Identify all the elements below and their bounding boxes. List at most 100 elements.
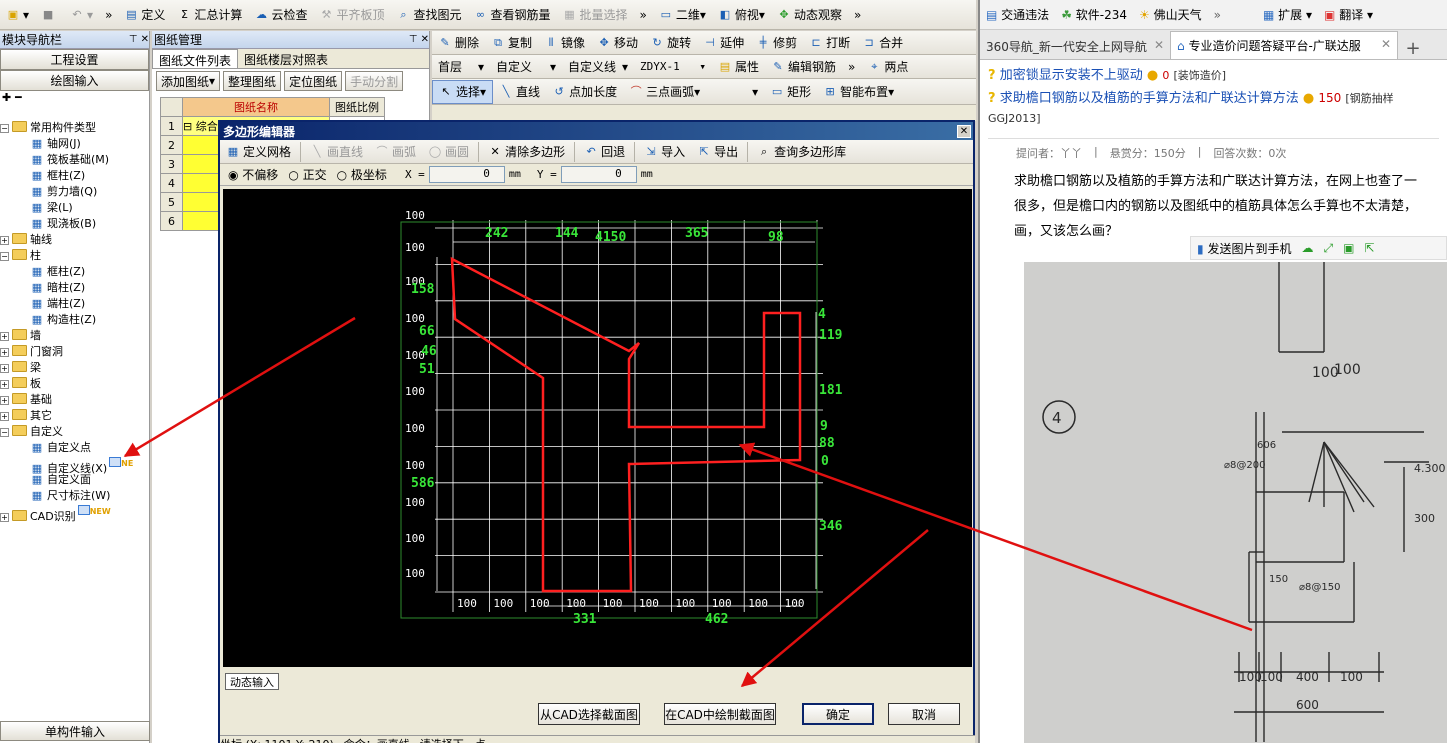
organize-drawing-button[interactable]: 整理图纸 bbox=[223, 71, 282, 91]
tree-item[interactable]: ▦ 自定义点 bbox=[30, 440, 91, 456]
2d-dropdown[interactable]: ▭ 二维 ▾ bbox=[653, 3, 712, 27]
import-button[interactable]: ⇲ 导入 bbox=[638, 140, 691, 163]
draw-circle-button[interactable]: ◯ 画圆 bbox=[422, 140, 475, 163]
cad-canvas[interactable]: 100 100 100 100 100 100 100 100 100 100 100 100 100 1… bbox=[223, 189, 972, 667]
mirror-button[interactable]: ⫴ 镜像 bbox=[538, 31, 591, 54]
find-element-button[interactable]: ⌕ 查找图元 bbox=[390, 3, 467, 27]
draw-in-cad-button[interactable]: 在CAD中绘制截面图 bbox=[664, 703, 776, 725]
mode-no-offset-radio[interactable]: ◉ 不偏移 bbox=[228, 166, 278, 183]
tree-item[interactable]: ▦ 现浇板(B) bbox=[30, 216, 96, 232]
tree-item[interactable]: ▦ 自定义面 bbox=[30, 472, 91, 488]
tree-item[interactable]: + 其它 bbox=[0, 408, 52, 424]
fullscreen-icon[interactable]: ⤢ bbox=[1323, 241, 1333, 256]
tree-item[interactable]: + CAD识别 NEW bbox=[0, 504, 111, 523]
select-button[interactable]: ↖ 选择 ▾ bbox=[432, 79, 494, 104]
select-from-cad-button[interactable]: 从CAD选择截面图 bbox=[538, 703, 640, 725]
fav-software[interactable]: ☘ 软件-234 bbox=[1055, 6, 1133, 23]
close-icon[interactable]: ✕ bbox=[957, 124, 971, 138]
tree-item[interactable]: ▦ 构造柱(Z) bbox=[30, 312, 96, 328]
rotate-button[interactable]: ↻ 旋转 bbox=[644, 31, 697, 54]
subcategory-select[interactable]: 自定义线 ▾ bbox=[562, 55, 634, 78]
more-icon-2[interactable]: » bbox=[634, 3, 653, 27]
category-select[interactable]: 自定义 ▾ bbox=[490, 55, 562, 78]
locate-drawing-button[interactable]: 定位图纸 bbox=[284, 71, 343, 91]
undo-icon[interactable]: ↶ ▾ bbox=[64, 3, 99, 27]
delete-button[interactable]: ✎ 删除 bbox=[432, 31, 485, 54]
rectangle-button[interactable]: ▭ 矩形 bbox=[764, 80, 817, 104]
break-button[interactable]: ⊏ 打断 bbox=[803, 31, 856, 54]
dynamic-input-tab[interactable]: 动态输入 bbox=[225, 673, 279, 690]
single-component-input-button[interactable]: 单构件输入 bbox=[0, 721, 150, 741]
clear-polygon-button[interactable]: ✕ 清除多边形 bbox=[482, 140, 571, 163]
col-drawing-name[interactable]: 图纸名称 bbox=[182, 97, 330, 117]
ok-button[interactable]: 确定 bbox=[802, 703, 874, 725]
tree-item[interactable]: − 常用构件类型 bbox=[0, 120, 96, 136]
question-2[interactable]: ? 求助檐口钢筋以及植筋的手算方法和广联达计算方法 ● 150 [钢筋抽样GGJ… bbox=[980, 84, 1447, 132]
save-image-icon[interactable]: ▣ bbox=[1343, 241, 1354, 255]
more-icon-4[interactable]: » bbox=[842, 55, 861, 78]
arc-mode-select[interactable]: ▾ bbox=[706, 80, 764, 104]
tree-item[interactable]: ▦ 自定义线(X) NE bbox=[30, 456, 133, 475]
share-icon[interactable]: ⇱ bbox=[1364, 241, 1374, 255]
tree-item[interactable]: + 梁 bbox=[0, 360, 41, 376]
extensions-button[interactable]: ▦ 扩展 ▾ bbox=[1257, 6, 1318, 23]
tree-item[interactable]: + 板 bbox=[0, 376, 41, 392]
move-button[interactable]: ✥ 移动 bbox=[591, 31, 644, 54]
open-icon[interactable]: ▣ ▾ bbox=[0, 3, 35, 27]
tree-item[interactable]: ▦ 筏板基础(M) bbox=[30, 152, 109, 168]
two-point-button[interactable]: ⌖ 两点 bbox=[861, 55, 914, 78]
tree-item[interactable]: ▦ 暗柱(Z) bbox=[30, 280, 85, 296]
smart-layout-button[interactable]: ⊞ 智能布置 ▾ bbox=[817, 80, 900, 104]
y-input[interactable]: 0 bbox=[560, 166, 637, 183]
orbit-button[interactable]: ✥ 动态观察 bbox=[771, 3, 848, 27]
properties-button[interactable]: ▤ 属性 bbox=[712, 55, 765, 78]
edit-rebar-button[interactable]: ✎ 编辑钢筋 bbox=[765, 55, 842, 78]
summary-button[interactable]: Σ 汇总计算 bbox=[171, 3, 248, 27]
more-icon[interactable]: » bbox=[99, 3, 118, 27]
question-photo[interactable]: 4606⌀8@200⌀8@1504.300300150100100 400 1006… bbox=[1024, 262, 1447, 743]
x-input[interactable]: 0 bbox=[428, 166, 505, 183]
three-point-arc-button[interactable]: ⌒ 三点画弧 ▾ bbox=[623, 80, 706, 104]
tree-item[interactable]: + 门窗洞 bbox=[0, 344, 63, 360]
tab-drawing-list[interactable]: 图纸文件列表 bbox=[152, 49, 239, 68]
tree-item[interactable]: − 柱 bbox=[0, 248, 41, 264]
align-top-button[interactable]: ⚒ 平齐板顶 bbox=[313, 3, 390, 27]
tree-item[interactable]: − 自定义 bbox=[0, 424, 63, 440]
question-1[interactable]: ? 加密锁显示安装不上驱动 ● 0 [装饰造价] bbox=[980, 60, 1447, 84]
draw-input-button[interactable]: 绘图输入 bbox=[0, 70, 149, 91]
col-scale[interactable]: 图纸比例 bbox=[329, 97, 385, 117]
tab-glodon[interactable]: ⌂ 专业造价问题答疑平台-广联达服 ✕ bbox=[1170, 31, 1398, 59]
copy-button[interactable]: ⧉ 复制 bbox=[485, 31, 538, 54]
point-length-button[interactable]: ↺ 点加长度 bbox=[546, 80, 623, 104]
tree-item[interactable]: + 墙 bbox=[0, 328, 41, 344]
tree-item[interactable]: + 基础 bbox=[0, 392, 52, 408]
mode-polar-radio[interactable]: ○ 极坐标 bbox=[337, 166, 387, 183]
new-tab-icon[interactable]: + bbox=[1398, 38, 1428, 59]
draw-line-button[interactable]: ╲ 画直线 bbox=[304, 140, 369, 163]
floor-select[interactable]: 首层 ▾ bbox=[432, 55, 490, 78]
trim-button[interactable]: ╪ 修剪 bbox=[750, 31, 803, 54]
query-library-button[interactable]: ⌕ 查询多边形库 bbox=[751, 140, 852, 163]
view-rebar-button[interactable]: ∞ 查看钢筋量 bbox=[467, 3, 556, 27]
code-select[interactable]: ZDYX-1 ▾ bbox=[634, 55, 712, 78]
tree-item[interactable]: ▦ 端柱(Z) bbox=[30, 296, 85, 312]
tree-item[interactable]: + 轴线 bbox=[0, 232, 52, 248]
question-2-title[interactable]: 求助檐口钢筋以及植筋的手算方法和广联达计算方法 bbox=[1000, 91, 1299, 106]
batch-select-button[interactable]: ▦ 批量选择 bbox=[557, 3, 634, 27]
tree-item[interactable]: ▦ 剪力墙(Q) bbox=[30, 184, 97, 200]
send-to-phone-button[interactable]: ▮ 发送图片到手机 bbox=[1197, 240, 1291, 257]
fav-weather[interactable]: ☀ 佛山天气 bbox=[1133, 6, 1208, 23]
project-settings-button[interactable]: 工程设置 bbox=[0, 49, 149, 70]
mode-ortho-radio[interactable]: ○ 正交 bbox=[288, 166, 326, 183]
extend-button[interactable]: ⊣ 延伸 bbox=[697, 31, 750, 54]
cloud-icon[interactable]: ☁ bbox=[1301, 241, 1313, 255]
tree-item[interactable]: ▦ 梁(L) bbox=[30, 200, 73, 216]
fav-traffic[interactable]: ▤ 交通违法 bbox=[980, 6, 1055, 23]
line-button[interactable]: ╲ 直线 bbox=[493, 80, 546, 104]
add-drawing-button[interactable]: 添加图纸 ▾ bbox=[156, 71, 221, 91]
more-icon-3[interactable]: » bbox=[848, 3, 867, 27]
cancel-button[interactable]: 取消 bbox=[888, 703, 960, 725]
export-button[interactable]: ⇱ 导出 bbox=[691, 140, 744, 163]
draw-arc-button[interactable]: ⌒ 画弧 bbox=[369, 140, 422, 163]
define-grid-button[interactable]: ▦ 定义网格 bbox=[220, 140, 297, 163]
